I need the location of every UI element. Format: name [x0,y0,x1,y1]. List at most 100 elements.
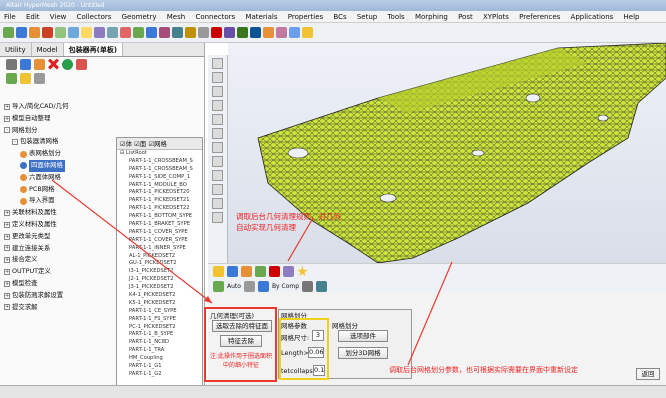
menu-connectors[interactable]: Connectors [191,11,239,23]
by-comp-label[interactable]: By Comp [272,283,299,290]
tab-utility[interactable]: Utility [0,43,32,56]
list-item[interactable]: PART-1-1_BRAKET_SYPE [117,221,202,229]
list-item[interactable]: PART-1-1_G1 [117,363,202,371]
tree-item[interactable]: + 模型检查 [4,278,114,290]
menu-post[interactable]: Post [454,11,477,23]
menu-tools[interactable]: Tools [383,11,408,23]
graphics-viewport[interactable]: 调取后台几何清理规则，对几何自动实现几何清理 [228,42,666,264]
tree-item[interactable]: + 更改单元类型 [4,231,114,243]
view-btn-2[interactable] [212,72,223,83]
list-item[interactable]: PART-1-1_SIDE_COMP_1 [117,174,202,182]
tree-item[interactable]: 四面体网格 [4,159,114,172]
tree-item[interactable]: + 提交求解 [4,302,114,314]
view-btn-10[interactable] [212,184,223,195]
undo-icon[interactable] [55,27,66,38]
tree-item[interactable]: + 导入/简化CAD/几何 [4,101,114,113]
tree-expander-icon[interactable]: + [4,221,10,228]
view-btn-6[interactable] [212,128,223,139]
tree-expander-icon[interactable]: + [4,245,10,252]
menu-edit[interactable]: Edit [22,11,44,23]
save-icon[interactable] [16,27,27,38]
view-btn-7[interactable] [212,142,223,153]
mask-icon[interactable] [185,27,196,38]
section-icon[interactable] [263,27,274,38]
menu-morphing[interactable]: Morphing [411,11,452,23]
material-icon[interactable] [241,266,252,277]
list-item[interactable]: PART-1-1_PICKEDSET20 [117,189,202,197]
view-front-icon[interactable] [159,27,170,38]
tree-item[interactable]: + 包装防溅求解设置 [4,290,114,302]
list-item[interactable]: PART-1-1_COVER_SYPE [117,229,202,237]
menu-xyplots[interactable]: XYPlots [479,11,513,23]
tree-expander-icon[interactable]: + [4,280,10,287]
hide-icon[interactable] [283,266,294,277]
tree-expander-icon[interactable]: + [4,304,10,311]
list-item[interactable]: PART-1-1_PICKEDSET22 [117,205,202,213]
tree-item[interactable]: 六面体网格 [4,172,114,184]
open-icon[interactable] [3,27,14,38]
menu-properties[interactable]: Properties [284,11,327,23]
tree-expander-icon[interactable]: + [4,103,10,110]
redo-icon[interactable] [68,27,79,38]
tree-expander-icon[interactable]: + [4,115,10,122]
view-btn-12[interactable] [212,212,223,223]
assembly-icon[interactable] [227,266,238,277]
star-icon[interactable] [297,266,308,277]
menu-mesh[interactable]: Mesh [163,11,189,23]
list-item[interactable]: K5-1_PICKEDSET2 [117,300,202,308]
tree-item[interactable]: 导入界面 [4,195,114,207]
filter-icon[interactable] [34,58,45,70]
list-item[interactable]: PART-1-1_TRA [117,347,202,355]
list-item[interactable]: PC-1_PICKEDSET2 [117,324,202,332]
menu-bcs[interactable]: BCs [329,11,350,23]
component-icon[interactable] [213,266,224,277]
tree-item[interactable]: + 模型自动整理 [4,113,114,125]
list-item[interactable]: PART-1-1_CROSSBEAM_S [117,166,202,174]
view-side-icon[interactable] [172,27,183,38]
menu-help[interactable]: Help [620,11,644,23]
tree-expander-icon[interactable]: + [4,233,10,240]
style-icon[interactable] [302,281,314,292]
view-btn-11[interactable] [212,198,223,209]
mesh-size-input[interactable]: 3 [312,330,324,341]
view-btn-5[interactable] [212,114,223,125]
edit-icon[interactable] [76,58,87,70]
list-item[interactable]: J2-1_PICKEDSET2 [117,276,202,284]
shade-icon[interactable] [224,27,235,38]
list-item[interactable]: PART-1-1_MODULE_BO [117,182,202,190]
auto-label[interactable]: Auto [227,283,241,290]
list-item[interactable]: J3-1_PICKEDSET2 [117,284,202,292]
camera-icon[interactable] [289,27,300,38]
tree-item[interactable]: PCB网格 [4,184,114,196]
list-item[interactable]: PART-1-1_FS_SYPE [117,316,202,324]
zoom-icon[interactable] [81,27,92,38]
list-item[interactable]: I3-1_PICKEDSET2 [117,268,202,276]
view-btn-9[interactable] [212,170,223,181]
light-icon[interactable] [302,27,313,38]
tree-item[interactable]: - 包装器清网格 [4,136,114,148]
tree-item[interactable]: + 关联材料及属性 [4,207,114,219]
measure-icon[interactable] [276,27,287,38]
menu-geometry[interactable]: Geometry [118,11,161,23]
layer-icon[interactable] [316,281,328,292]
tree-expander-icon[interactable]: + [4,269,10,276]
color-icon[interactable] [257,281,269,292]
tree-expander-icon[interactable]: + [4,210,10,217]
list-item[interactable]: PART-1-1_INNER_SYPE [117,245,202,253]
view-iso-icon[interactable] [133,27,144,38]
tab-model[interactable]: Model [32,43,64,56]
menu-collectors[interactable]: Collectors [73,11,116,23]
list-item[interactable]: PART-1-1_PICKEDSET21 [117,197,202,205]
select-part-button[interactable]: 选项部件 [338,330,388,342]
tree-expander-icon[interactable]: - [4,127,10,134]
list-item[interactable]: GU-1_PICKEDSET2 [117,260,202,268]
menu-view[interactable]: View [46,11,71,23]
view-btn-3[interactable] [212,86,223,97]
list-root[interactable]: ⊟ ListRoot [117,150,202,158]
list-item[interactable]: K4-1_PICKEDSET2 [117,292,202,300]
list-item[interactable]: PART-1-1_CE_SYPE [117,308,202,316]
box-icon[interactable] [250,27,261,38]
list-item[interactable]: PART-1-1_CROSSBEAM_S [117,158,202,166]
list-item[interactable]: PART-1-1_G2 [117,371,202,379]
tree-item[interactable]: + 接合定义 [4,254,114,266]
